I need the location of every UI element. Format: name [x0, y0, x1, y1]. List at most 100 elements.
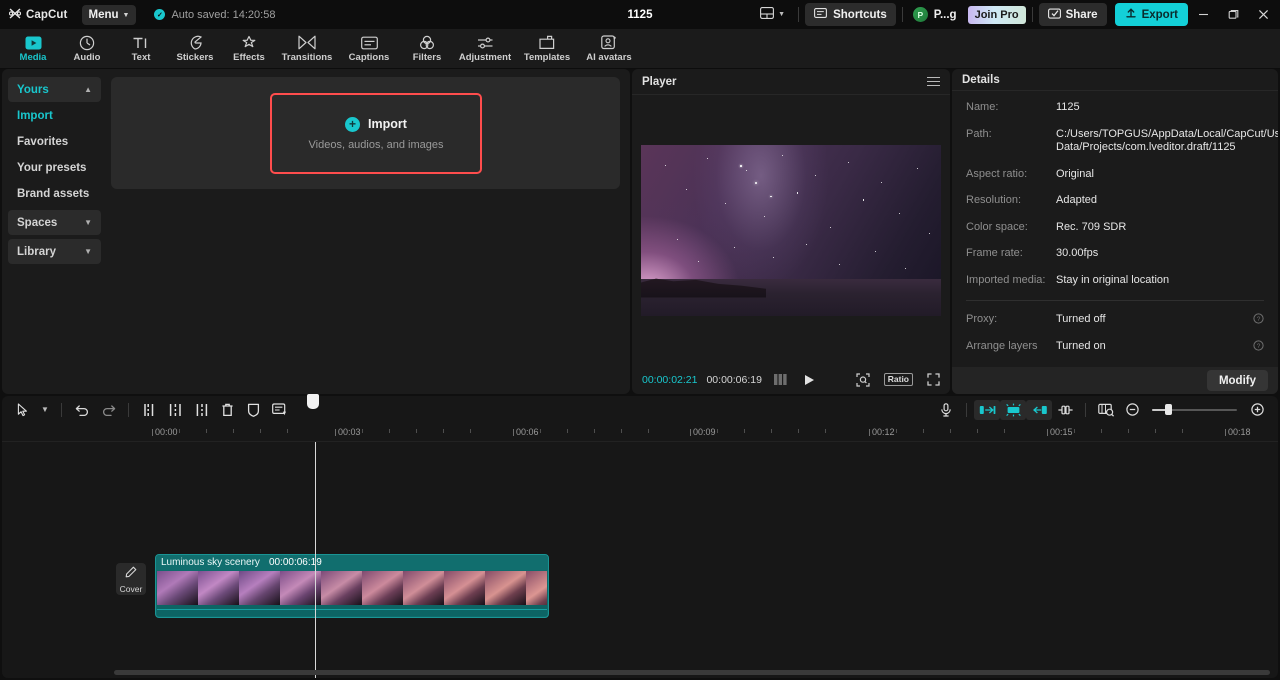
- trim-left-icon[interactable]: [162, 398, 188, 421]
- detail-label: Resolution:: [966, 194, 1022, 207]
- timeline-tracks[interactable]: … Cover Luminous sky scenery 00:00:06:19: [2, 442, 1278, 678]
- divider: [1031, 7, 1033, 22]
- detail-row-imported-media: Imported media: Stay in original locatio…: [966, 274, 1264, 288]
- cover-button[interactable]: Cover: [116, 563, 146, 595]
- menu-button[interactable]: Menu ▼: [81, 4, 137, 25]
- hamburger-menu-icon[interactable]: [927, 76, 940, 87]
- ruler-label: 00:15: [1050, 427, 1073, 437]
- divider: [1085, 402, 1086, 417]
- shortcuts-button[interactable]: Shortcuts: [805, 3, 896, 26]
- fullscreen-icon[interactable]: [927, 373, 940, 386]
- slider-knob[interactable]: [1165, 404, 1172, 415]
- tab-label: Filters: [412, 52, 442, 64]
- horizontal-scrollbar[interactable]: [114, 670, 1270, 675]
- export-button[interactable]: Export: [1114, 3, 1188, 26]
- preview-thumbnails-icon[interactable]: [1093, 400, 1119, 420]
- ruler-label: 00:03: [338, 427, 361, 437]
- clip-frame: [321, 571, 362, 605]
- chevron-down-icon[interactable]: ▼: [36, 398, 54, 421]
- tab-stickers[interactable]: Stickers: [168, 29, 222, 69]
- delete-trash-icon[interactable]: [214, 398, 240, 421]
- chevron-up-icon: ▲: [84, 85, 92, 94]
- undo-icon[interactable]: [69, 398, 95, 421]
- shortcuts-label: Shortcuts: [833, 8, 887, 21]
- trim-right-icon[interactable]: [188, 398, 214, 421]
- detail-row-proxy[interactable]: Proxy: Turned off ?: [966, 313, 1264, 327]
- layout-switch-button[interactable]: ▼: [753, 6, 792, 24]
- mask-shield-icon[interactable]: [240, 398, 266, 421]
- check-circle-icon: ✓: [154, 9, 166, 20]
- detail-row-color-space: Color space: Rec. 709 SDR: [966, 221, 1264, 235]
- fit-to-screen-icon[interactable]: [856, 372, 870, 387]
- magnet-snap-icon[interactable]: [1000, 399, 1026, 420]
- tab-label: AI avatars: [586, 52, 632, 64]
- profile-button[interactable]: P P...g: [909, 7, 963, 22]
- redo-icon[interactable]: [95, 398, 121, 421]
- tab-captions[interactable]: Captions: [338, 29, 400, 69]
- auto-captions-icon[interactable]: [266, 398, 292, 421]
- detail-value: Stay in original location: [1056, 273, 1170, 286]
- playhead[interactable]: [315, 442, 316, 678]
- detail-row-arrange-layers[interactable]: Arrange layers Turned on ?: [966, 340, 1264, 354]
- detail-row-resolution: Resolution: Adapted: [966, 194, 1264, 208]
- ruler-label: 00:06: [516, 427, 539, 437]
- profile-name: P...g: [933, 8, 957, 21]
- detail-label: Color space:: [966, 220, 1028, 233]
- tab-effects[interactable]: Effects: [222, 29, 276, 69]
- tab-ai-avatars[interactable]: AI avatars: [578, 29, 640, 69]
- sidebar-item-library[interactable]: Library ▼: [8, 239, 101, 264]
- timeline-ruler[interactable]: 00:00 00:03 00:06 00:09 00:12 00:15 00:1…: [2, 423, 1278, 442]
- tab-label: Captions: [348, 52, 390, 64]
- play-icon[interactable]: [804, 374, 815, 386]
- modify-button[interactable]: Modify: [1206, 370, 1268, 392]
- sidebar-item-spaces[interactable]: Spaces ▼: [8, 210, 101, 235]
- question-circle-icon[interactable]: ?: [1252, 313, 1264, 327]
- titlebar-actions: ▼ Shortcuts P P...g Join Pro Share Expor…: [753, 0, 1280, 29]
- minimize-button[interactable]: [1188, 0, 1218, 29]
- detail-label: Name:: [966, 101, 999, 114]
- import-dropzone[interactable]: + Import Videos, audios, and images: [111, 77, 620, 189]
- join-pro-button[interactable]: Join Pro: [967, 5, 1026, 24]
- tab-label: Stickers: [176, 52, 214, 64]
- media-sidebar: Yours ▲ Import Favorites Your presets Br…: [2, 69, 107, 394]
- tab-text[interactable]: Text: [114, 29, 168, 69]
- media-content: + Import Videos, audios, and images: [107, 69, 630, 394]
- sidebar-item-your-presets[interactable]: Your presets: [8, 155, 101, 180]
- sidebar-item-import[interactable]: Import: [8, 103, 101, 128]
- snap-right-icon[interactable]: [1026, 399, 1052, 420]
- tab-filters[interactable]: Filters: [400, 29, 454, 69]
- timeline-zoom-slider[interactable]: [1152, 403, 1237, 417]
- playhead-handle[interactable]: [307, 394, 325, 409]
- share-button[interactable]: Share: [1038, 3, 1107, 26]
- link-unlink-icon[interactable]: [1052, 400, 1078, 420]
- microphone-icon[interactable]: [933, 398, 959, 421]
- player-stage[interactable]: [632, 95, 950, 365]
- sidebar-item-yours[interactable]: Yours ▲: [8, 77, 101, 102]
- tab-templates[interactable]: Templates: [516, 29, 578, 69]
- tab-audio[interactable]: Audio: [60, 29, 114, 69]
- split-icon[interactable]: [136, 398, 162, 421]
- clip-audio-waveform: [157, 605, 547, 616]
- zoom-out-icon[interactable]: [1119, 398, 1145, 421]
- select-tool-icon[interactable]: [10, 398, 36, 421]
- svg-text:?: ?: [1257, 316, 1261, 323]
- snap-left-icon[interactable]: [974, 399, 1000, 420]
- close-button[interactable]: [1248, 0, 1278, 29]
- player-controls: 00:00:02:21 00:00:06:19 Ratio: [632, 365, 950, 394]
- sidebar-item-brand-assets[interactable]: Brand assets: [8, 181, 101, 206]
- ratio-button[interactable]: Ratio: [883, 372, 913, 387]
- tab-transitions[interactable]: Transitions: [276, 29, 338, 69]
- timeline-clip[interactable]: Luminous sky scenery 00:00:06:19: [155, 554, 549, 618]
- import-button[interactable]: + Import Videos, audios, and images: [270, 93, 482, 174]
- keyboard-icon: [814, 8, 828, 21]
- share-label: Share: [1065, 8, 1098, 21]
- tab-adjustment[interactable]: Adjustment: [454, 29, 516, 69]
- frames-icon[interactable]: [773, 374, 787, 385]
- zoom-in-icon[interactable]: [1244, 398, 1270, 421]
- maximize-button[interactable]: [1218, 0, 1248, 29]
- sidebar-item-favorites[interactable]: Favorites: [8, 129, 101, 154]
- adjustment-sliders-icon: [477, 34, 494, 51]
- detail-label: Frame rate:: [966, 247, 1023, 260]
- tab-media[interactable]: Media: [6, 29, 60, 69]
- question-circle-icon[interactable]: ?: [1252, 340, 1264, 354]
